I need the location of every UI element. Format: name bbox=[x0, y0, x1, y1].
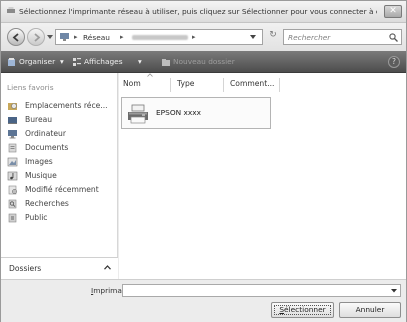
navigation-pane: Liens favoris Emplacements réce... Burea… bbox=[1, 73, 118, 279]
printer-name: EPSON xxxx bbox=[156, 108, 202, 117]
column-divider[interactable] bbox=[223, 78, 224, 92]
column-divider[interactable] bbox=[170, 78, 171, 92]
network-printer-icon bbox=[7, 7, 15, 15]
list-item[interactable]: EPSON xxxx bbox=[121, 97, 271, 129]
chevron-up-icon bbox=[104, 265, 111, 270]
sidebar-item-label: Musique bbox=[25, 171, 57, 180]
sidebar-item-label: Images bbox=[25, 157, 53, 166]
sidebar-item-computer[interactable]: Ordinateur bbox=[7, 128, 115, 141]
organize-icon bbox=[8, 58, 15, 66]
pictures-icon bbox=[7, 157, 18, 167]
searches-icon bbox=[8, 199, 17, 209]
breadcrumb-chevron-icon[interactable]: ▸ bbox=[74, 33, 78, 41]
sidebar-item-recent-places[interactable]: Emplacements réce... bbox=[7, 100, 115, 113]
new-folder-icon bbox=[162, 59, 170, 66]
sidebar-item-pictures[interactable]: Images bbox=[7, 156, 115, 169]
sidebar-item-desktop[interactable]: Bureau bbox=[7, 114, 115, 127]
sidebar-item-music[interactable]: Musique bbox=[7, 170, 115, 183]
column-divider[interactable] bbox=[279, 78, 280, 92]
forward-arrow-icon bbox=[34, 33, 41, 42]
refresh-icon: ↻ bbox=[269, 30, 277, 40]
sidebar-item-label: Ordinateur bbox=[25, 129, 66, 138]
address-bar[interactable]: ▸ Réseau ▸ ▸ bbox=[55, 29, 263, 45]
chevron-down-icon[interactable] bbox=[391, 289, 397, 293]
sidebar-item-recently-changed[interactable]: Modifié récemment bbox=[7, 184, 115, 197]
network-folder-icon bbox=[60, 33, 69, 41]
cancel-button-label: Annuler bbox=[355, 305, 385, 314]
back-button[interactable] bbox=[7, 28, 25, 46]
sidebar-item-label: Public bbox=[25, 213, 48, 222]
new-folder-button[interactable]: Nouveau dossier bbox=[161, 56, 241, 69]
back-arrow-icon bbox=[12, 33, 19, 42]
blurred-server-name[interactable] bbox=[132, 35, 188, 40]
dialog-footer: Imprimante Sélectionner Annuler bbox=[1, 279, 406, 322]
views-icon bbox=[73, 58, 81, 66]
printer-combobox[interactable] bbox=[122, 284, 401, 297]
file-list: Nom Type Comment... EPSON xxxx bbox=[119, 73, 406, 279]
sidebar-item-label: Recherches bbox=[25, 199, 69, 208]
column-header-comment[interactable]: Comment... bbox=[230, 79, 274, 91]
breadcrumb-chevron-icon[interactable]: ▸ bbox=[192, 33, 196, 41]
sidebar-item-label: Bureau bbox=[25, 115, 53, 124]
public-icon bbox=[8, 213, 17, 223]
printer-selection-dialog: Sélectionnez l'imprimante réseau à utili… bbox=[0, 0, 407, 322]
organize-dropdown-icon: ▾ bbox=[60, 57, 64, 66]
sidebar-item-public[interactable]: Public bbox=[7, 212, 115, 225]
sort-ascending-icon bbox=[147, 73, 153, 77]
column-header-row: Nom Type Comment... bbox=[119, 73, 406, 93]
documents-icon bbox=[8, 143, 17, 153]
sidebar-item-label: Emplacements réce... bbox=[25, 101, 108, 110]
sidebar-item-label: Modifié récemment bbox=[25, 185, 99, 194]
favorite-links-header: Liens favoris bbox=[7, 83, 54, 92]
organize-button[interactable]: Organiser ▾ bbox=[7, 56, 67, 69]
select-button-label: Sélectionner bbox=[279, 305, 325, 314]
title-bar: Sélectionnez l'imprimante réseau à utili… bbox=[1, 1, 406, 23]
folders-toggle[interactable]: Dossiers bbox=[1, 257, 118, 279]
column-header-type[interactable]: Type bbox=[177, 79, 194, 91]
new-folder-label: Nouveau dossier bbox=[173, 57, 235, 66]
sidebar-item-documents[interactable]: Documents bbox=[7, 142, 115, 155]
organize-label: Organiser bbox=[19, 57, 56, 66]
address-dropdown-icon[interactable] bbox=[250, 35, 256, 40]
search-input[interactable]: Rechercher bbox=[288, 33, 378, 43]
sidebar-item-label: Documents bbox=[25, 143, 69, 152]
help-icon: ? bbox=[392, 57, 396, 66]
help-button[interactable]: ? bbox=[388, 56, 400, 68]
close-button[interactable]: ✕ bbox=[384, 5, 402, 18]
select-button[interactable]: Sélectionner bbox=[271, 302, 334, 318]
computer-icon bbox=[8, 130, 17, 139]
recent-places-icon bbox=[8, 103, 17, 110]
views-dropdown-icon: ▾ bbox=[138, 57, 142, 66]
recently-changed-icon bbox=[8, 185, 17, 195]
sidebar-item-searches[interactable]: Recherches bbox=[7, 198, 115, 211]
search-icon[interactable] bbox=[389, 33, 398, 42]
folders-label: Dossiers bbox=[9, 264, 42, 273]
refresh-button[interactable]: ↻ bbox=[266, 30, 280, 44]
search-box[interactable]: Rechercher bbox=[283, 29, 402, 45]
music-icon bbox=[7, 171, 18, 181]
views-label: Affichages bbox=[84, 57, 123, 66]
printer-icon bbox=[128, 104, 148, 124]
navigation-bar: ▸ Réseau ▸ ▸ ↻ Rechercher bbox=[1, 23, 406, 51]
desktop-icon bbox=[8, 117, 17, 124]
close-icon: ✕ bbox=[389, 6, 397, 16]
window-title: Sélectionnez l'imprimante réseau à utili… bbox=[19, 7, 377, 16]
breadcrumb-chevron-icon[interactable]: ▸ bbox=[120, 33, 124, 41]
forward-button[interactable] bbox=[27, 28, 45, 46]
cancel-button[interactable]: Annuler bbox=[339, 302, 401, 318]
recent-pages-dropdown-icon[interactable] bbox=[47, 35, 53, 40]
views-button[interactable]: Affichages ▾ bbox=[72, 56, 146, 69]
breadcrumb-network[interactable]: Réseau bbox=[83, 33, 110, 42]
command-toolbar: Organiser ▾ Affichages ▾ Nouveau dossier… bbox=[1, 51, 406, 73]
column-header-name[interactable]: Nom bbox=[123, 79, 141, 91]
select-label-text: électionner bbox=[284, 305, 326, 314]
